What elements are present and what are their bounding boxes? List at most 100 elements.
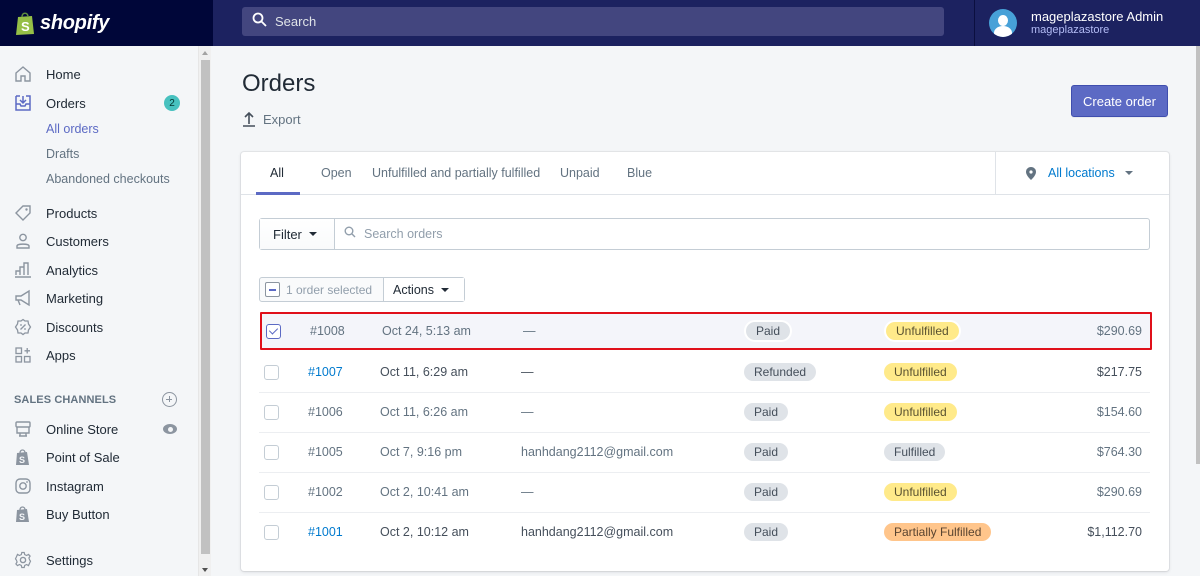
sidebar-subitem-abandoned-checkouts[interactable]: Abandoned checkouts [46,172,170,186]
tab-all[interactable]: All [270,166,284,180]
row-checkbox[interactable] [264,485,279,500]
fulfillment-status-badge: Fulfilled [884,443,946,461]
row-checkbox[interactable] [264,405,279,420]
sidebar-item-online-store[interactable]: Online Store [0,417,196,441]
search-icon [344,225,356,243]
order-number[interactable]: #1006 [308,405,343,419]
sidebar-item-label: Instagram [46,478,104,494]
tab-open[interactable]: Open [321,166,352,180]
fulfillment-status-badge: Unfulfilled [884,403,957,421]
sidebar: Home Orders 2 All orders Drafts Abandone… [0,46,213,576]
sidebar-item-point-of-sale[interactable]: S Point of Sale [0,445,196,469]
table-row[interactable]: #1001 Oct 2, 10:12 am hanhdang2112@gmail… [259,513,1150,553]
sidebar-item-settings[interactable]: Settings [0,548,196,572]
filter-button[interactable]: Filter [260,219,335,249]
order-total: $1,112.70 [1087,525,1142,539]
orders-card: All Open Unfulfilled and partially fulfi… [241,152,1169,571]
search-orders-placeholder: Search orders [364,227,443,241]
row-checkbox[interactable] [266,324,281,339]
sidebar-item-label: Discounts [46,319,104,335]
table-row[interactable]: #1005 Oct 7, 9:16 pm hanhdang2112@gmail.… [259,433,1150,473]
bar-chart-icon [13,260,33,280]
search-orders-input[interactable]: Search orders [344,219,443,249]
location-selector[interactable]: All locations [995,152,1169,195]
sidebar-item-label: Point of Sale [46,449,120,465]
sidebar-item-marketing[interactable]: Marketing [0,286,196,310]
sidebar-item-label: Analytics [46,262,99,278]
table-row[interactable]: #1002 Oct 2, 10:41 am — Paid Unfulfilled… [259,473,1150,513]
actions-label: Actions [393,282,434,297]
sidebar-item-label: Buy Button [46,506,110,522]
sidebar-item-label: Customers [46,233,109,249]
gear-icon [13,550,33,570]
search-icon [252,12,267,32]
row-checkbox[interactable] [264,445,279,460]
main-scrollbar-thumb[interactable] [1196,46,1200,464]
table-row[interactable]: #1006 Oct 11, 6:26 am — Paid Unfulfilled… [259,393,1150,433]
top-bar: S shopify Search mageplazastore Admin ma… [0,0,1200,46]
location-label: All locations [1048,166,1115,180]
sidebar-item-orders[interactable]: Orders 2 [0,91,196,115]
order-number[interactable]: #1002 [308,485,343,499]
order-customer: hanhdang2112@gmail.com [521,525,674,539]
svg-text:S: S [19,512,25,522]
global-search[interactable]: Search [242,7,944,36]
chevron-down-icon [308,232,317,236]
table-row[interactable]: #1008 Oct 24, 5:13 am — Paid Unfulfilled… [260,312,1152,350]
sidebar-subitem-drafts[interactable]: Drafts [46,147,79,161]
sidebar-item-buy-button[interactable]: S Buy Button [0,502,196,526]
sidebar-item-discounts[interactable]: Discounts [0,315,196,339]
view-store-eye-icon[interactable] [163,424,177,434]
order-number[interactable]: #1005 [308,445,343,459]
scrollbar-thumb[interactable] [201,60,210,554]
actions-dropdown[interactable]: Actions [384,278,464,301]
sidebar-item-apps[interactable]: Apps [0,343,196,367]
table-row[interactable]: #1007 Oct 11, 6:29 am — Refunded Unfulfi… [259,353,1150,393]
order-number[interactable]: #1008 [310,324,345,338]
shopify-logo[interactable]: S shopify [0,0,213,46]
order-number[interactable]: #1001 [308,525,343,539]
scroll-down-arrow-icon[interactable] [202,568,208,572]
sidebar-scrollbar[interactable] [198,46,211,576]
home-icon [13,64,33,84]
sidebar-item-label: Online Store [46,421,119,437]
payment-status-badge: Paid [744,403,789,421]
sidebar-item-home[interactable]: Home [0,62,196,86]
order-customer: — [521,485,534,499]
create-order-button[interactable]: Create order [1071,85,1168,117]
tab-blue[interactable]: Blue [627,166,652,180]
location-pin-icon [1026,166,1036,180]
order-number[interactable]: #1007 [308,365,343,379]
sidebar-item-instagram[interactable]: Instagram [0,474,196,498]
export-icon [242,111,256,127]
store-icon [13,419,33,439]
tab-unfulfilled-and-partially-fulfilled[interactable]: Unfulfilled and partially fulfilled [372,166,540,180]
tag-icon [13,203,33,223]
deselect-all-checkbox[interactable]: 1 order selected [260,278,384,301]
export-button[interactable]: Export [242,111,301,127]
chevron-down-icon [1124,171,1133,175]
payment-status-badge: Paid [746,322,791,340]
search-placeholder: Search [275,14,317,29]
sidebar-item-products[interactable]: Products [0,201,196,225]
fulfillment-status-badge: Partially Fulfilled [884,523,992,541]
add-sales-channel-icon[interactable] [162,392,177,407]
row-checkbox[interactable] [264,525,279,540]
minus-checkbox-icon [265,282,280,297]
bulk-actions-bar: 1 order selected Actions [259,277,465,302]
order-date: Oct 2, 10:41 am [380,485,469,499]
sidebar-subitem-all-orders[interactable]: All orders [46,122,99,136]
row-checkbox[interactable] [264,365,279,380]
shopify-bag-icon: S [14,10,36,36]
sidebar-item-analytics[interactable]: Analytics [0,258,196,282]
scroll-up-arrow-icon[interactable] [202,51,208,55]
user-name: mageplazastore Admin [1031,9,1164,24]
selected-count: 1 order selected [286,282,373,297]
order-customer: — [523,324,536,338]
order-date: Oct 7, 9:16 pm [380,445,462,459]
sidebar-item-label: Settings [46,552,93,568]
tab-unpaid[interactable]: Unpaid [560,166,600,180]
svg-text:S: S [19,455,25,465]
sidebar-item-customers[interactable]: Customers [0,229,196,253]
user-menu[interactable]: mageplazastore Admin mageplazastore [974,0,1200,46]
